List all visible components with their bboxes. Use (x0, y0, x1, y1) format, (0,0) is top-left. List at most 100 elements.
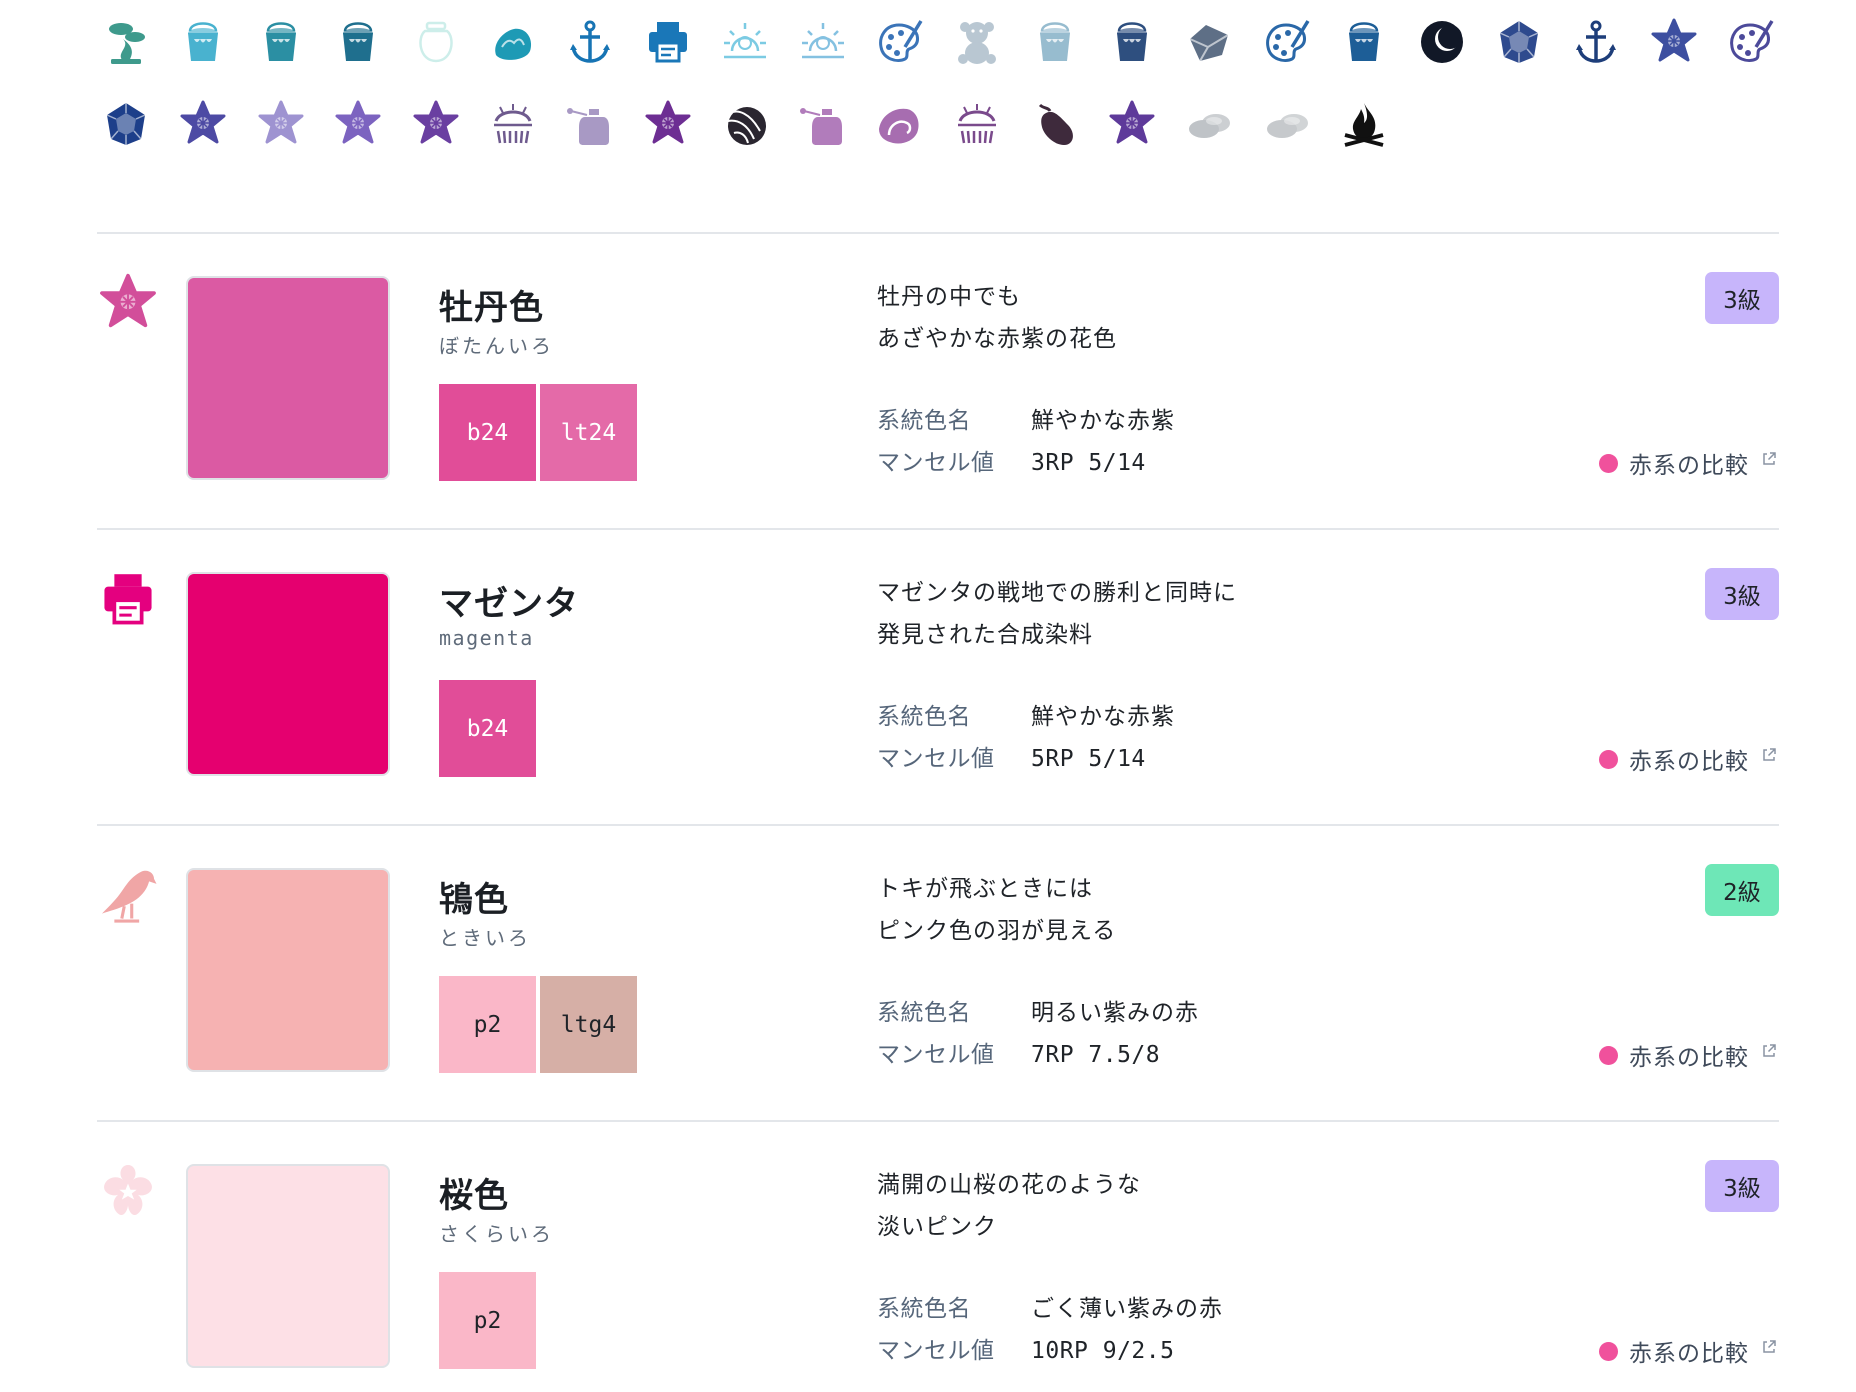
compare-link[interactable]: 赤系の比較 (1599, 1330, 1777, 1372)
palette-chip[interactable]: lt24 (540, 384, 637, 481)
bellflower-icon[interactable] (175, 96, 231, 152)
grade-badge: 2級 (1705, 864, 1779, 916)
systematic-name-row: 系統色名 鮮やかな赤紫 (877, 696, 1175, 738)
description-line: マゼンタの戦地での勝利と同時に (877, 580, 1237, 606)
description-line: 発見された合成染料 (877, 622, 1093, 648)
systematic-name-value: 明るい紫みの赤 (1031, 1000, 1199, 1026)
palette-chip[interactable]: b24 (439, 384, 536, 481)
palette-chip[interactable]: p2 (439, 1272, 536, 1369)
anchor-icon[interactable] (1568, 14, 1624, 70)
stone-icon[interactable] (1181, 14, 1237, 70)
description-line: ピンク色の羽が見える (877, 918, 1117, 944)
paint-bucket-icon[interactable] (253, 14, 309, 70)
palette-chip[interactable]: b24 (439, 680, 536, 777)
compare-label: 赤系の比較 (1629, 453, 1749, 479)
pebbles-icon[interactable] (1259, 96, 1315, 152)
jar-icon[interactable] (408, 14, 464, 70)
bellflower-icon[interactable] (253, 96, 309, 152)
color-reading: さくらいろ (439, 1222, 554, 1246)
color-name: マゼンタ (439, 584, 579, 624)
cherry-blossom-icon[interactable] (97, 1160, 159, 1222)
palette-icon[interactable] (872, 14, 928, 70)
color-name: 桜色 (439, 1176, 509, 1216)
seaweed-icon[interactable] (485, 14, 541, 70)
palette-icon[interactable] (1723, 14, 1779, 70)
sunrise-icon[interactable] (795, 14, 851, 70)
paint-bucket-icon[interactable] (1104, 14, 1160, 70)
gemstone-icon[interactable] (98, 96, 154, 152)
bellflower-icon[interactable] (1104, 96, 1160, 152)
compare-link[interactable]: 赤系の比較 (1599, 442, 1777, 484)
palette-chips: p2 ltg4 (439, 976, 641, 1073)
sunrise-icon[interactable] (717, 14, 773, 70)
color-description: トキが飛ぶときには ピンク色の羽が見える (877, 868, 1116, 952)
compare-link[interactable]: 赤系の比較 (1599, 1034, 1777, 1076)
color-meta: 系統色名 鮮やかな赤紫 マンセル値 5RP 5/14 (877, 696, 1175, 780)
color-reading: magenta (439, 626, 534, 650)
compare-label: 赤系の比較 (1629, 749, 1749, 775)
munsell-row: マンセル値 5RP 5/14 (877, 738, 1175, 780)
munsell-value: 7RP 7.5/8 (1031, 1042, 1161, 1068)
color-description: 牡丹の中でも あざやかな赤紫の花色 (877, 276, 1117, 360)
color-description: 満開の山桜の花のような 淡いピンク (877, 1164, 1141, 1248)
color-description: マゼンタの戦地での勝利と同時に 発見された合成染料 (877, 572, 1237, 656)
pebbles-icon[interactable] (1181, 96, 1237, 152)
systematic-name-value: ごく薄い紫みの赤 (1031, 1296, 1223, 1322)
perfume-bottle-icon[interactable] (562, 96, 618, 152)
munsell-label: マンセル値 (877, 450, 995, 476)
color-icon-grid (98, 14, 1778, 178)
teddy-bear-icon[interactable] (949, 14, 1005, 70)
palette-chip[interactable]: p2 (439, 976, 536, 1073)
palette-chips: p2 (439, 1272, 540, 1369)
red-dot-icon (1599, 1341, 1618, 1361)
munsell-row: マンセル値 3RP 5/14 (877, 442, 1175, 484)
bellflower-icon[interactable] (1646, 14, 1702, 70)
anchor-icon[interactable] (562, 14, 618, 70)
bellflower-icon[interactable] (408, 96, 464, 152)
eggplant-icon[interactable] (1027, 96, 1083, 152)
paint-bucket-icon[interactable] (1027, 14, 1083, 70)
wisteria-icon[interactable] (949, 96, 1005, 152)
systematic-name-value: 鮮やかな赤紫 (1031, 408, 1175, 434)
munsell-label: マンセル値 (877, 746, 995, 772)
munsell-label: マンセル値 (877, 1338, 995, 1364)
palette-chip[interactable]: ltg4 (540, 976, 637, 1073)
systematic-name-row: 系統色名 ごく薄い紫みの赤 (877, 1288, 1223, 1330)
palette-chips: b24 (439, 680, 540, 777)
gemstone-icon[interactable] (1491, 14, 1547, 70)
bellflower-icon[interactable] (330, 96, 386, 152)
perfume-bottle-icon[interactable] (795, 96, 851, 152)
bonsai-icon[interactable] (98, 14, 154, 70)
description-line: 満開の山桜の花のような (877, 1172, 1141, 1198)
campfire-icon[interactable] (1336, 96, 1392, 152)
printer-icon[interactable] (97, 568, 159, 630)
bellflower-icon[interactable] (640, 96, 696, 152)
palette-icon[interactable] (1259, 14, 1315, 70)
munsell-row: マンセル値 10RP 9/2.5 (877, 1330, 1223, 1372)
color-entry: マゼンタ magenta b24 マゼンタの戦地での勝利と同時に 発見された合成… (97, 530, 1779, 824)
grade-badge: 3級 (1705, 1160, 1779, 1212)
printer-icon[interactable] (640, 14, 696, 70)
beetle-wing-icon[interactable] (717, 96, 773, 152)
ibis-icon[interactable] (97, 864, 159, 926)
color-entry: 牡丹色 ぼたんいろ b24 lt24 牡丹の中でも あざやかな赤紫の花色 系統色名… (97, 234, 1779, 528)
red-dot-icon (1599, 1045, 1618, 1065)
grade-badge: 3級 (1705, 568, 1779, 620)
bellflower-icon[interactable] (97, 272, 159, 334)
palette-chips: b24 lt24 (439, 384, 641, 481)
wisteria-icon[interactable] (485, 96, 541, 152)
paint-bucket-icon[interactable] (1336, 14, 1392, 70)
external-link-icon (1761, 1039, 1777, 1057)
munsell-label: マンセル値 (877, 1042, 995, 1068)
systematic-name-row: 系統色名 明るい紫みの赤 (877, 992, 1199, 1034)
munsell-value: 5RP 5/14 (1031, 746, 1146, 772)
paint-bucket-icon[interactable] (330, 14, 386, 70)
description-line: 牡丹の中でも (877, 284, 1021, 310)
compare-link[interactable]: 赤系の比較 (1599, 738, 1777, 780)
color-entry: 鴇色 ときいろ p2 ltg4 トキが飛ぶときには ピンク色の羽が見える 系統色名… (97, 826, 1779, 1120)
seashell-icon[interactable] (872, 96, 928, 152)
color-swatch (186, 868, 390, 1072)
crescent-moon-icon[interactable] (1414, 14, 1470, 70)
paint-bucket-icon[interactable] (175, 14, 231, 70)
systematic-name-label: 系統色名 (877, 1296, 971, 1322)
